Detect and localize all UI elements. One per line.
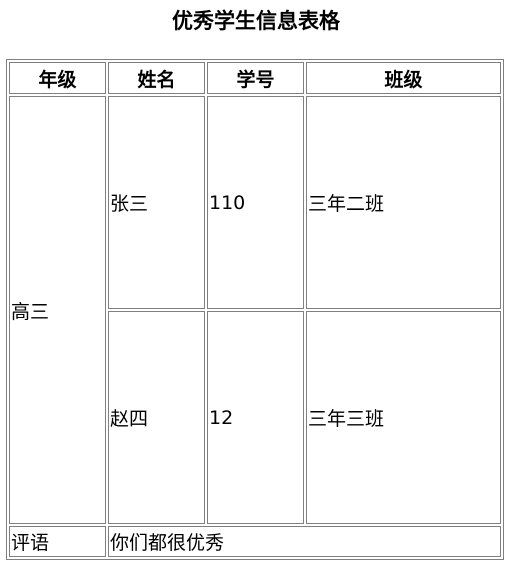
- student-name-cell: 张三: [108, 96, 205, 309]
- header-grade: 年级: [9, 62, 106, 94]
- comment-row: 评语 你们都很优秀: [9, 526, 501, 557]
- student-info-table: 年级 姓名 学号 班级 高三 张三 110 三年二班 赵四 12 三年三班 评语…: [6, 59, 504, 560]
- student-name-cell: 赵四: [108, 311, 205, 524]
- header-name: 姓名: [108, 62, 205, 94]
- comment-label-cell: 评语: [9, 526, 106, 557]
- table-header-row: 年级 姓名 学号 班级: [9, 62, 501, 94]
- header-class: 班级: [306, 62, 501, 94]
- header-student-id: 学号: [207, 62, 304, 94]
- student-class-cell: 三年三班: [306, 311, 501, 524]
- table-row: 高三 张三 110 三年二班: [9, 96, 501, 524]
- student-id-cell: 110: [207, 96, 304, 309]
- comment-text-cell: 你们都很优秀: [108, 526, 501, 557]
- table-caption: 优秀学生信息表格: [172, 9, 340, 33]
- student-id-cell: 12: [207, 311, 304, 524]
- grade-cell: 高三: [9, 96, 106, 524]
- student-class-cell: 三年二班: [306, 96, 501, 309]
